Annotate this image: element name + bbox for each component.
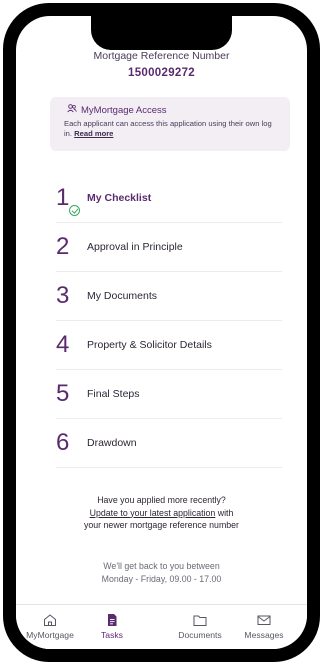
step-label: Drawdown <box>87 437 137 449</box>
step-final-steps[interactable]: 5 Final Steps <box>56 370 282 419</box>
folder-icon <box>193 615 207 626</box>
tab-messages[interactable]: Messages <box>232 613 296 640</box>
tab-label: Messages <box>244 630 284 640</box>
reference-number: 1500029272 <box>128 67 195 79</box>
recent-line3: your newer mortgage reference number <box>83 520 239 530</box>
phone-notch <box>91 16 232 50</box>
bottom-tab-bar: MyMortgage Tasks Documents Messages <box>16 604 307 649</box>
step-label: My Documents <box>87 290 158 302</box>
check-icon <box>69 205 80 216</box>
phone-frame: Mortgage Reference Number 1500029272 MyM… <box>3 3 320 662</box>
step-property-solicitor-details[interactable]: 4 Property & Solicitor Details <box>56 321 282 370</box>
tab-documents[interactable]: Documents <box>168 613 232 640</box>
hours-line1: We'll get back to you between <box>103 561 220 571</box>
recent-link-suffix: with <box>215 507 234 518</box>
recent-question: Have you applied more recently? <box>97 495 226 505</box>
step-label: Property & Solicitor Details <box>87 339 212 351</box>
recent-application-notice: Have you applied more recently? Update t… <box>16 494 307 532</box>
tab-mymortgage[interactable]: MyMortgage <box>18 613 82 640</box>
step-number: 6 <box>56 429 70 456</box>
step-label: My Checklist <box>87 192 152 204</box>
step-approval-in-principle[interactable]: 2 Approval in Principle <box>56 223 282 272</box>
reference-label: Mortgage Reference Number <box>93 50 230 62</box>
steps-list: 1 My Checklist 2 Approval in Principle 3… <box>56 174 282 468</box>
document-icon <box>108 614 117 626</box>
home-icon <box>44 614 56 626</box>
step-number: 4 <box>56 331 70 358</box>
step-number: 3 <box>56 282 70 309</box>
tab-label: MyMortgage <box>26 630 74 640</box>
access-card-title-row: MyMortgage Access <box>67 104 167 116</box>
app-screen: Mortgage Reference Number 1500029272 MyM… <box>16 16 307 649</box>
hours-line2: Monday - Friday, 09.00 - 17.00 <box>101 573 222 584</box>
step-drawdown[interactable]: 6 Drawdown <box>56 419 282 468</box>
users-icon <box>67 104 77 116</box>
recent-link-line: Update to your latest application with <box>16 507 307 520</box>
update-application-link[interactable]: Update to your latest application <box>90 508 216 518</box>
mymortgage-access-card: MyMortgage Access Each applicant can acc… <box>50 97 290 151</box>
step-number: 1 <box>56 184 87 216</box>
step-label: Approval in Principle <box>87 241 183 253</box>
mail-icon <box>257 615 271 625</box>
tab-label: Documents <box>178 630 222 640</box>
tab-label: Tasks <box>101 630 123 640</box>
step-label: Final Steps <box>87 388 140 400</box>
step-number: 5 <box>56 380 70 407</box>
tab-tasks[interactable]: Tasks <box>80 613 144 640</box>
access-card-title: MyMortgage Access <box>81 104 167 116</box>
access-card-body: Each applicant can access this applicati… <box>64 119 279 139</box>
step-number: 2 <box>56 233 70 260</box>
step-my-documents[interactable]: 3 My Documents <box>56 272 282 321</box>
step-my-checklist[interactable]: 1 My Checklist <box>56 174 282 223</box>
read-more-link[interactable]: Read more <box>74 129 113 138</box>
step-number-text: 1 <box>56 184 70 211</box>
contact-hours: We'll get back to you between Monday - F… <box>16 560 307 585</box>
